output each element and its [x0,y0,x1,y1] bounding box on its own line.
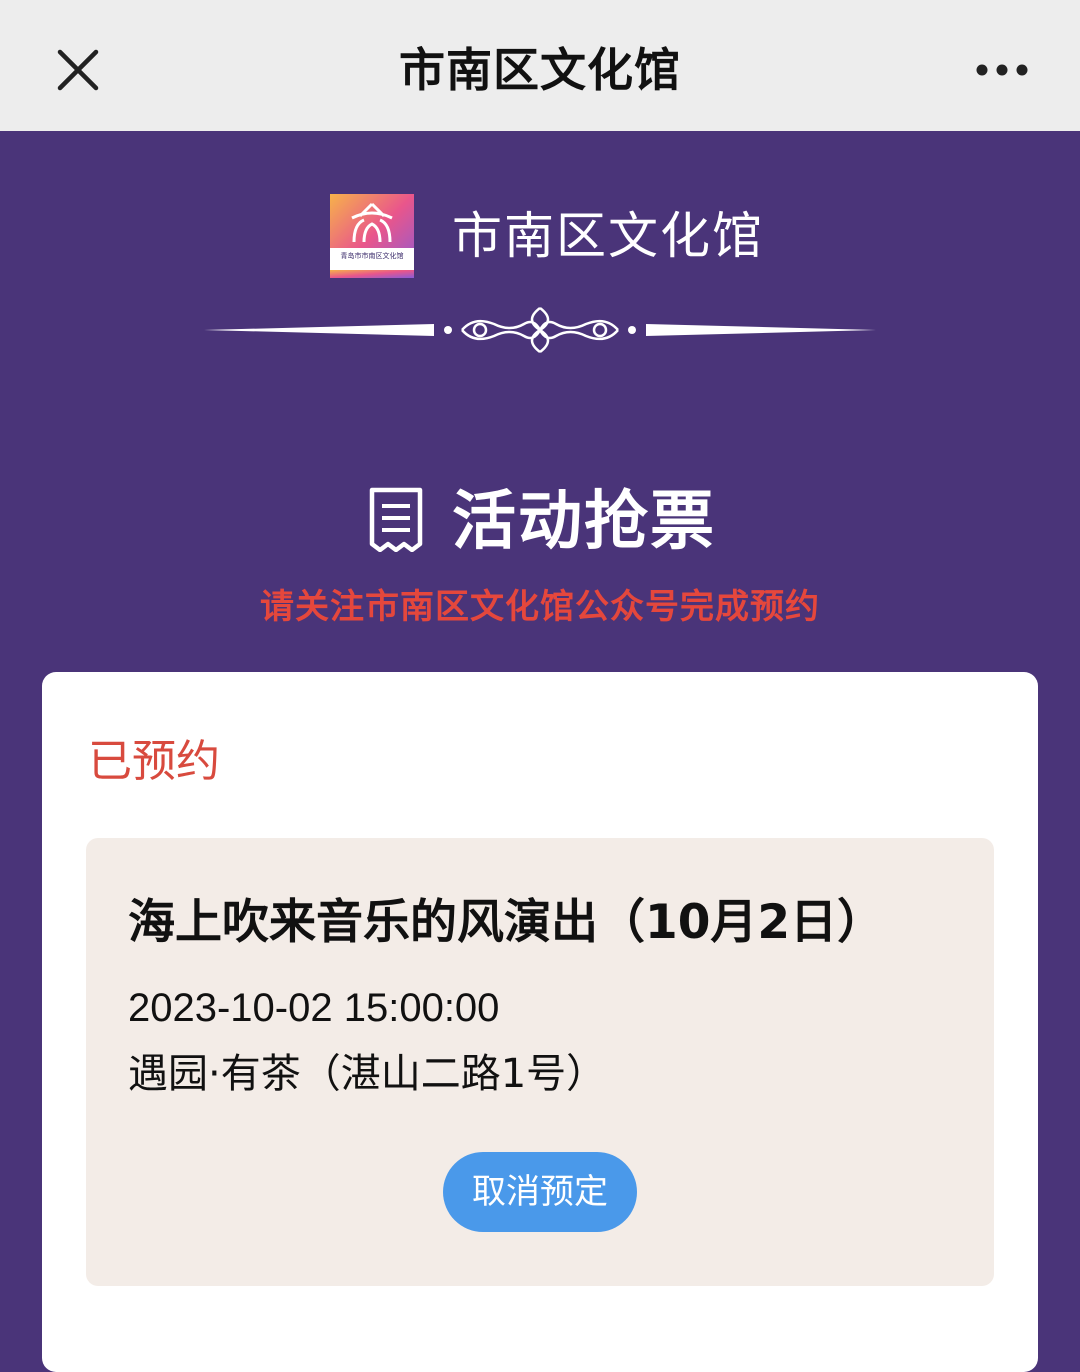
booking-status: 已预约 [88,736,220,787]
page-title: 市南区文化馆 [399,43,681,97]
navigation-bar: 市南区文化馆 [0,0,1080,131]
event-item: 海上吹来音乐的风演出（10月2日） 2023-10-02 15:00:00 遇园… [86,838,994,1286]
booking-card: 已预约 海上吹来音乐的风演出（10月2日） 2023-10-02 15:00:0… [42,672,1038,1372]
follow-notice: 请关注市南区文化馆公众号完成预约 [260,587,820,627]
more-icon[interactable] [972,56,1032,84]
section-header: 活动抢票 [360,482,760,572]
logo-text: 青岛市市南区文化馆 [341,251,404,260]
cancel-reservation-button[interactable]: 取消预定 [443,1152,637,1232]
brand-header: 青岛市市南区文化馆 市南区文化馆 [330,194,770,280]
museum-logo-icon: 青岛市市南区文化馆 [330,194,414,278]
section-title: 活动抢票 [452,485,716,559]
event-datetime: 2023-10-02 15:00:00 [128,986,500,1030]
brand-name: 市南区文化馆 [452,207,764,265]
ornament-divider [204,307,876,353]
event-title: 海上吹来音乐的风演出（10月2日） [128,895,885,950]
event-location: 遇园·有茶（湛山二路1号） [128,1051,607,1097]
ticket-icon [369,487,423,552]
